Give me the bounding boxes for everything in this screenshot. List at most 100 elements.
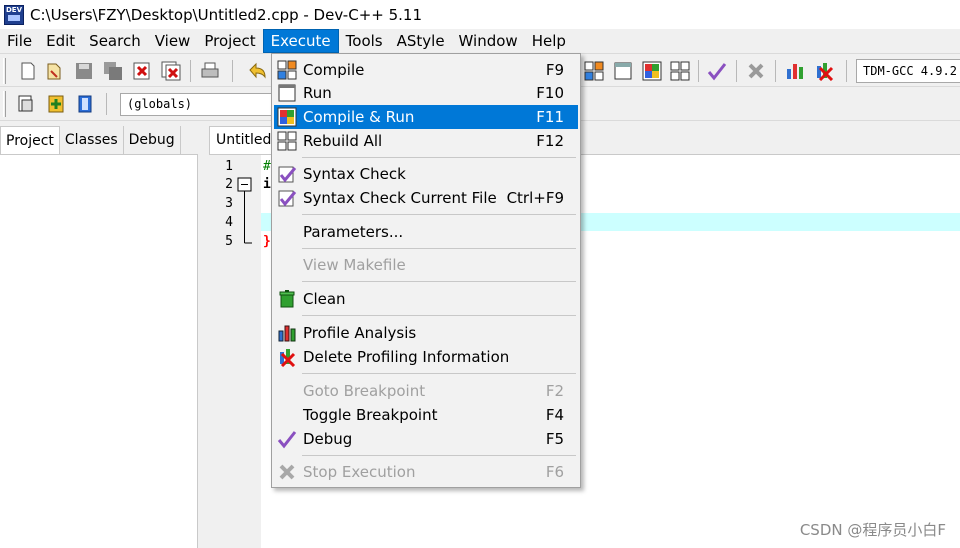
menu-tools[interactable]: Tools [339,29,390,53]
toggle-bookmark-icon[interactable] [46,94,66,114]
menu-item-syntax-check-current-file[interactable]: Syntax Check Current File Ctrl+F9 [274,186,578,210]
menu-item-toggle-breakpoint[interactable]: Toggle Breakpoint F4 [274,403,578,427]
tab-classes[interactable]: Classes [59,126,124,154]
compile-icon [277,60,297,80]
insert-icon[interactable] [16,94,36,114]
menu-item-label: Syntax Check Current File [303,189,497,207]
menu-item-shortcut: F9 [545,61,564,79]
close-file-icon[interactable] [132,61,152,81]
line-number: 1 [225,159,233,174]
menu-item-shortcut: F11 [536,108,564,126]
menu-help[interactable]: Help [525,29,573,53]
tab-project[interactable]: Project [0,126,60,155]
menu-search[interactable]: Search [82,29,148,53]
menu-execute[interactable]: Execute [262,29,339,53]
compile-icon[interactable] [584,61,604,81]
left-panel-tabs: Project Classes Debug [0,126,181,155]
menu-item-compile-run[interactable]: Compile & Run F11 [274,105,578,129]
tab-debug[interactable]: Debug [123,126,181,154]
new-file-icon[interactable] [18,61,38,81]
profile-analysis-icon[interactable] [785,61,805,81]
toolbar-separator [190,60,191,82]
menu-item-profile-analysis[interactable]: Profile Analysis [274,321,578,345]
save-icon[interactable] [74,61,94,81]
compile-run-icon[interactable] [642,61,662,81]
menu-item-goto-breakpoint[interactable]: Goto Breakpoint F2 [274,379,578,403]
print-icon[interactable] [200,61,220,81]
menu-item-label: Toggle Breakpoint [303,406,438,424]
goto-bookmark-icon[interactable] [75,94,95,114]
execute-menu-dropdown: Compile F9 Run F10 Compile & Run F11 Reb… [271,53,581,488]
panel-splitter[interactable] [198,126,208,548]
menu-item-label: View Makefile [303,256,406,274]
fold-marker-icon[interactable] [236,177,254,249]
debug-check-icon [277,431,297,449]
rebuild-all-icon[interactable] [670,61,690,81]
scope-select[interactable]: (globals) [120,93,280,116]
line-number: 4 [225,215,233,230]
open-file-icon[interactable] [45,61,65,81]
menu-item-label: Compile & Run [303,108,415,126]
debug-check-icon[interactable] [707,61,727,81]
code-line-1: # [263,159,271,174]
menu-item-shortcut: F2 [545,382,564,400]
menu-item-label: Profile Analysis [303,324,417,342]
menu-view[interactable]: View [148,29,198,53]
menu-separator [302,157,576,158]
menu-item-syntax-check[interactable]: Syntax Check [274,162,578,186]
menu-item-label: Debug [303,430,353,448]
menu-item-clean[interactable]: Clean [274,287,578,311]
menu-separator [302,281,576,282]
menu-item-shortcut: F6 [545,463,564,481]
bar-chart-icon [278,325,296,342]
menu-item-view-makefile[interactable]: View Makefile [274,253,578,277]
run-icon[interactable] [613,61,633,81]
menu-item-label: Clean [303,290,346,308]
line-number: 5 [225,234,233,249]
app-icon-text: DEV [5,5,22,14]
menu-item-label: Stop Execution [303,463,416,481]
project-browser[interactable] [0,154,198,548]
menu-item-shortcut: F10 [536,84,564,102]
toolbar-separator [736,60,737,82]
menu-edit[interactable]: Edit [39,29,82,53]
menu-item-label: Parameters... [303,223,404,241]
code-line-2: i [263,177,271,192]
compiler-select[interactable]: TDM-GCC 4.9.2 64-bit Release [856,59,960,83]
menu-separator [302,315,576,316]
menu-item-rebuild-all[interactable]: Rebuild All F12 [274,129,578,153]
trash-bin-icon [279,290,295,308]
delete-chart-icon [280,349,296,367]
menu-item-run[interactable]: Run F10 [274,81,578,105]
menu-item-compile[interactable]: Compile F9 [274,58,578,82]
toolbar-separator [106,93,107,115]
menu-item-label: Delete Profiling Information [303,348,510,366]
menu-item-delete-profiling[interactable]: Delete Profiling Information [274,345,578,369]
syntax-check-icon [278,166,297,183]
toolbar-grip[interactable] [3,91,6,117]
delete-profiling-icon[interactable] [814,61,834,81]
watermark: CSDN @程序员小白F [799,521,946,539]
dev-cpp-app-icon[interactable]: DEV [4,4,24,25]
menu-item-label: Syntax Check [303,165,406,183]
close-all-icon[interactable] [161,61,181,81]
menu-file[interactable]: File [0,29,39,53]
save-all-icon[interactable] [103,61,123,81]
menu-window[interactable]: Window [452,29,525,53]
toolbar-separator [846,60,847,82]
line-number: 3 [225,196,233,211]
toolbar-grip[interactable] [3,58,6,84]
menu-item-debug[interactable]: Debug F5 [274,427,578,451]
toolbar-separator [775,60,776,82]
run-icon [278,84,296,102]
menu-bar: File Edit Search View Project Execute To… [0,29,960,53]
menu-item-stop-execution[interactable]: Stop Execution F6 [274,460,578,484]
stop-execution-icon[interactable] [746,61,766,81]
menu-item-label: Goto Breakpoint [303,382,426,400]
menu-item-label: Run [303,84,332,102]
menu-astyle[interactable]: AStyle [390,29,452,53]
undo-icon[interactable] [247,61,267,81]
menu-item-parameters[interactable]: Parameters... [274,220,578,244]
menu-project[interactable]: Project [197,29,262,53]
toolbar-separator [232,60,233,82]
